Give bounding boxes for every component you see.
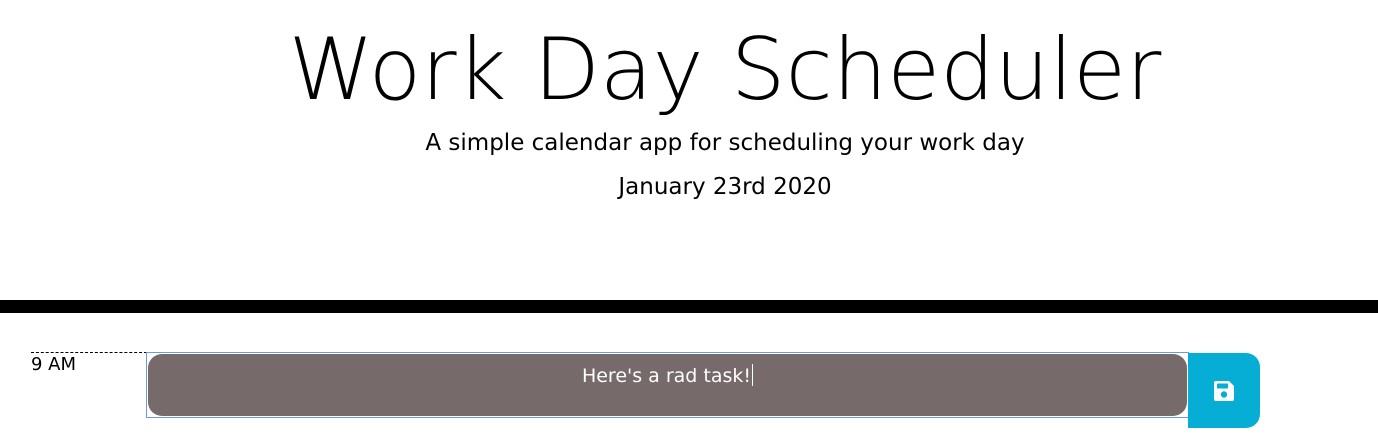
current-date: January 23rd 2020 [618,174,832,200]
task-description-field[interactable]: Here's a rad task! [146,352,1189,418]
header: Work Day Scheduler A simple calendar app… [0,0,1378,300]
save-button[interactable] [1188,353,1260,428]
page-title: Work Day Scheduler [288,20,1162,120]
hour-label: 9 AM [31,352,147,416]
time-block-row: 9 AM Here's a rad task! [0,352,1378,428]
task-description-textarea[interactable]: Here's a rad task! [148,354,1187,416]
text-cursor [752,364,754,386]
save-icon [1214,381,1234,401]
page-subtitle: A simple calendar app for scheduling you… [425,130,1025,156]
header-divider [0,300,1378,313]
task-description-text: Here's a rad task! [581,365,752,387]
